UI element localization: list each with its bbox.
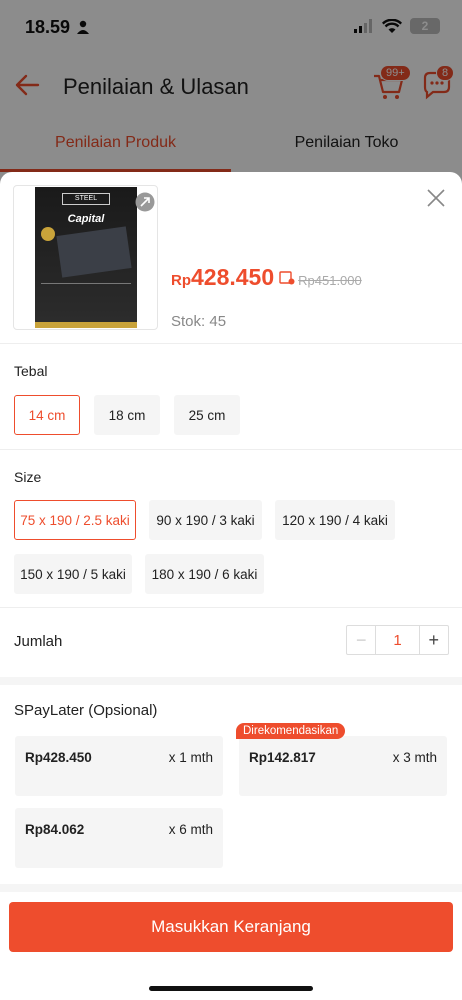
discount-tag-icon bbox=[279, 271, 295, 285]
plan-amount: Rp142.817 bbox=[249, 750, 316, 765]
add-to-cart-button[interactable]: Masukkan Keranjang bbox=[9, 902, 453, 952]
size-title: Size bbox=[14, 469, 42, 485]
product-summary: STEEL Capital Rp 428.450 Rp451.000 Stok:… bbox=[0, 172, 462, 344]
quantity-stepper: − 1 + bbox=[346, 625, 449, 655]
thickness-section: Tebal 14 cm 18 cm 25 cm bbox=[0, 344, 462, 450]
size-section: Size 75 x 190 / 2.5 kaki 90 x 190 / 3 ka… bbox=[0, 450, 462, 608]
quantity-input[interactable]: 1 bbox=[375, 626, 420, 654]
variant-bottom-sheet: STEEL Capital Rp 428.450 Rp451.000 Stok:… bbox=[0, 172, 462, 1000]
decrease-quantity-button[interactable]: − bbox=[347, 626, 375, 654]
plan-term: x 1 mth bbox=[168, 750, 213, 765]
expand-image-icon[interactable] bbox=[135, 192, 155, 212]
original-price: Rp451.000 bbox=[298, 273, 362, 288]
plan-amount: Rp428.450 bbox=[25, 750, 92, 765]
spaylater-plan-3[interactable]: Direkomendasikan Rp142.817 x 3 mth bbox=[236, 723, 447, 796]
spaylater-plan-6[interactable]: Rp84.062 x 6 mth bbox=[15, 808, 223, 868]
home-indicator bbox=[149, 986, 313, 991]
thickness-option-25cm[interactable]: 25 cm bbox=[174, 395, 240, 435]
price-block: Rp 428.450 Rp451.000 bbox=[171, 264, 362, 291]
price-value: 428.450 bbox=[191, 264, 275, 290]
thickness-title: Tebal bbox=[14, 363, 48, 379]
spaylater-plan-1[interactable]: Rp428.450 x 1 mth bbox=[15, 736, 223, 796]
thickness-option-14cm[interactable]: 14 cm bbox=[14, 395, 80, 435]
mattress-shape bbox=[56, 226, 132, 278]
size-option-75x190[interactable]: 75 x 190 / 2.5 kaki bbox=[14, 500, 136, 540]
image-brand-label: STEEL bbox=[62, 193, 110, 205]
image-text-lines bbox=[41, 283, 131, 303]
size-option-90x190[interactable]: 90 x 190 / 3 kaki bbox=[149, 500, 262, 540]
close-icon[interactable] bbox=[426, 188, 446, 208]
quality-seal bbox=[41, 227, 55, 241]
spaylater-title: SPayLater (Opsional) bbox=[14, 702, 158, 719]
size-option-120x190[interactable]: 120 x 190 / 4 kaki bbox=[275, 500, 395, 540]
plan-term: x 6 mth bbox=[168, 822, 213, 837]
increase-quantity-button[interactable]: + bbox=[420, 626, 448, 654]
mattress-image: STEEL Capital bbox=[35, 187, 137, 328]
stock-text: Stok: 45 bbox=[171, 313, 227, 330]
quantity-label: Jumlah bbox=[14, 633, 63, 650]
size-option-180x190[interactable]: 180 x 190 / 6 kaki bbox=[145, 554, 264, 594]
size-option-150x190[interactable]: 150 x 190 / 5 kaki bbox=[14, 554, 132, 594]
thickness-option-18cm[interactable]: 18 cm bbox=[94, 395, 160, 435]
product-image[interactable]: STEEL Capital bbox=[13, 185, 158, 330]
plan-amount: Rp84.062 bbox=[25, 822, 85, 837]
plan-term: x 3 mth bbox=[392, 750, 437, 765]
recommended-badge: Direkomendasikan bbox=[236, 723, 346, 739]
image-product-name: Capital bbox=[67, 213, 105, 225]
section-divider bbox=[0, 677, 462, 685]
price-currency: Rp bbox=[171, 272, 191, 289]
section-divider bbox=[0, 884, 462, 892]
